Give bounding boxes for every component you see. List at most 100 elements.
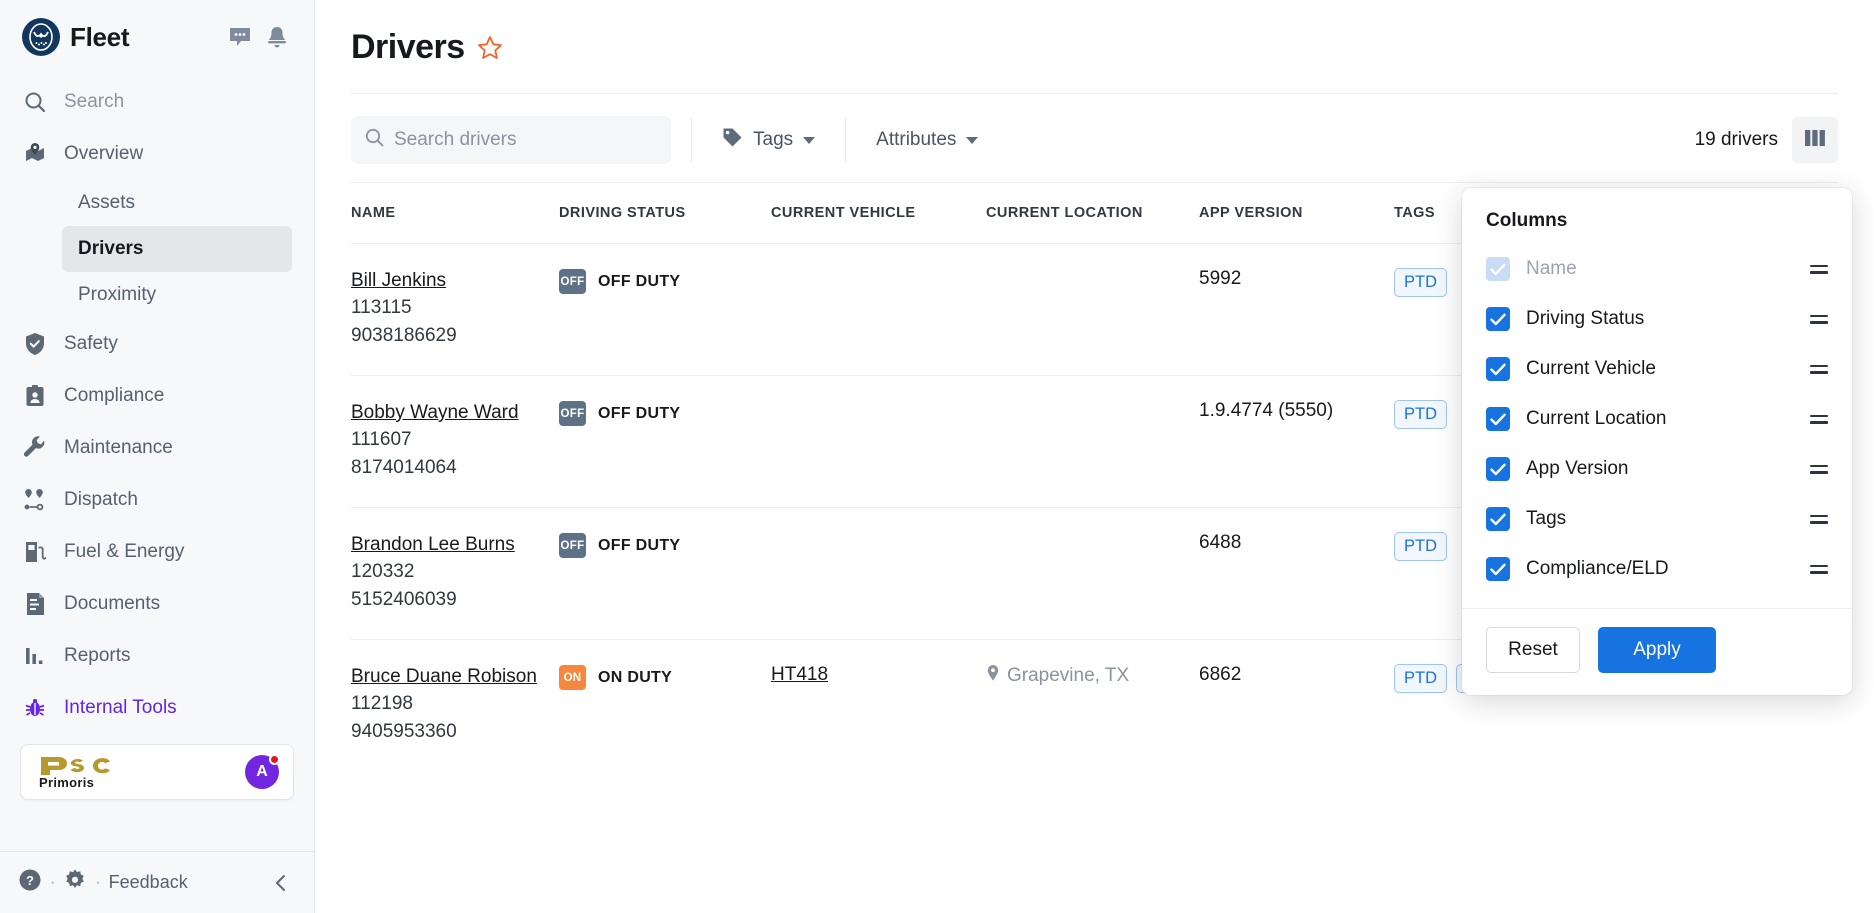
- sidebar-item-assets[interactable]: Assets: [62, 180, 292, 226]
- sidebar-item-internal-tools[interactable]: Internal Tools: [0, 682, 314, 734]
- column-toggle-label: Driving Status: [1526, 308, 1794, 330]
- sidebar-item-proximity[interactable]: Proximity: [62, 272, 292, 318]
- status-badge: OFF: [559, 269, 586, 294]
- drag-handle-icon[interactable]: [1810, 515, 1828, 524]
- document-icon: [22, 592, 48, 616]
- column-toggle-label: Name: [1526, 258, 1794, 280]
- current-location-cell: Grapevine, TX: [986, 664, 1199, 688]
- column-toggle-current-location[interactable]: Current Location: [1462, 394, 1852, 444]
- toolbar-right: 19 drivers: [1695, 117, 1838, 163]
- app-version-cell: 1.9.4774 (5550): [1199, 400, 1394, 422]
- star-outline-icon[interactable]: [477, 35, 503, 61]
- app-version-value: 1.9.4774 (5550): [1199, 400, 1333, 421]
- drag-handle-icon[interactable]: [1810, 365, 1828, 374]
- columns-button[interactable]: [1792, 117, 1838, 163]
- apply-button[interactable]: Apply: [1598, 627, 1716, 673]
- sidebar-item-safety[interactable]: Safety: [0, 318, 314, 370]
- drag-handle-icon[interactable]: [1810, 465, 1828, 474]
- sidebar-item-label-overview: Overview: [64, 143, 143, 165]
- fuel-pump-icon: [22, 540, 48, 564]
- tag-chip[interactable]: PTD: [1394, 532, 1447, 561]
- tag-chip[interactable]: PTD: [1394, 268, 1447, 297]
- columns-icon: [1804, 129, 1826, 152]
- collapse-sidebar-button[interactable]: [266, 868, 296, 898]
- location-pin-icon: [986, 664, 1000, 688]
- tag-chip[interactable]: PTD: [1394, 400, 1447, 429]
- column-header-driving-status[interactable]: DRIVING STATUS: [559, 205, 771, 221]
- driver-name-link[interactable]: Brandon Lee Burns: [351, 532, 515, 557]
- toolbar-divider-1: [691, 117, 692, 163]
- sidebar-item-fuel-energy[interactable]: Fuel & Energy: [0, 526, 314, 578]
- column-toggle-compliance-eld[interactable]: Compliance/ELD: [1462, 544, 1852, 594]
- sidebar-item-label-safety: Safety: [64, 333, 118, 355]
- avatar-wrapper[interactable]: A: [245, 755, 279, 789]
- column-toggle-label: Tags: [1526, 508, 1794, 530]
- checkbox-checked-icon[interactable]: [1486, 557, 1510, 581]
- columns-popover-actions: Reset Apply: [1462, 608, 1852, 695]
- column-toggle-app-version[interactable]: App Version: [1462, 444, 1852, 494]
- checkbox-checked-icon[interactable]: [1486, 357, 1510, 381]
- driver-name-cell: Bobby Wayne Ward 111607 8174014064: [351, 400, 559, 481]
- driver-phone: 5152406039: [351, 587, 559, 613]
- wrench-icon: [22, 436, 48, 460]
- sidebar-item-drivers[interactable]: Drivers: [62, 226, 292, 272]
- checkbox-checked-icon[interactable]: [1486, 407, 1510, 431]
- status-label: OFF DUTY: [598, 537, 680, 555]
- sidebar-search[interactable]: Search: [0, 76, 314, 128]
- search-drivers-box[interactable]: [351, 116, 671, 164]
- driver-name-link[interactable]: Bill Jenkins: [351, 268, 446, 293]
- columns-popover-title: Columns: [1462, 188, 1852, 244]
- driver-name-link[interactable]: Bobby Wayne Ward: [351, 400, 519, 425]
- column-toggle-tags[interactable]: Tags: [1462, 494, 1852, 544]
- app-version-cell: 6862: [1199, 664, 1394, 686]
- sidebar-item-label-documents: Documents: [64, 593, 160, 615]
- driver-id: 111607: [351, 427, 559, 453]
- feedback-link[interactable]: Feedback: [109, 872, 188, 893]
- tags-filter-dropdown[interactable]: Tags: [712, 120, 825, 160]
- checkbox-checked-icon[interactable]: [1486, 507, 1510, 531]
- column-header-current-location[interactable]: CURRENT LOCATION: [986, 205, 1199, 221]
- attributes-filter-dropdown[interactable]: Attributes: [866, 120, 988, 160]
- sidebar-footer: ? · · Feedback: [0, 851, 314, 913]
- drag-handle-icon[interactable]: [1810, 315, 1828, 324]
- sidebar-item-maintenance[interactable]: Maintenance: [0, 422, 314, 474]
- driver-name-link[interactable]: Bruce Duane Robison: [351, 664, 537, 689]
- shield-check-icon: [22, 332, 48, 356]
- chat-icon[interactable]: [228, 26, 252, 48]
- bell-icon[interactable]: [266, 26, 288, 49]
- column-header-current-vehicle[interactable]: CURRENT VEHICLE: [771, 205, 986, 221]
- reset-button[interactable]: Reset: [1486, 627, 1580, 673]
- sidebar-item-documents[interactable]: Documents: [0, 578, 314, 630]
- organization-card[interactable]: Primoris A: [20, 744, 294, 800]
- sidebar-item-compliance[interactable]: Compliance: [0, 370, 314, 422]
- drag-handle-icon[interactable]: [1810, 265, 1828, 274]
- column-header-name[interactable]: NAME: [351, 205, 559, 221]
- search-input[interactable]: [394, 129, 657, 151]
- svg-text:?: ?: [26, 873, 34, 888]
- checkbox-checked-icon[interactable]: [1486, 307, 1510, 331]
- drag-handle-icon[interactable]: [1810, 565, 1828, 574]
- sidebar-item-overview[interactable]: Overview: [0, 128, 314, 180]
- sidebar-item-dispatch[interactable]: Dispatch: [0, 474, 314, 526]
- column-toggle-driving-status[interactable]: Driving Status: [1462, 294, 1852, 344]
- driving-status-cell: OFF OFF DUTY: [559, 268, 771, 294]
- drag-handle-icon[interactable]: [1810, 415, 1828, 424]
- driving-status-cell: OFF OFF DUTY: [559, 532, 771, 558]
- help-icon[interactable]: ?: [18, 868, 42, 897]
- sidebar-item-label-drivers: Drivers: [78, 238, 144, 260]
- footer-separator-2: ·: [95, 874, 100, 892]
- status-badge: OFF: [559, 533, 586, 558]
- sidebar-item-reports[interactable]: Reports: [0, 630, 314, 682]
- column-header-app-version[interactable]: APP VERSION: [1199, 205, 1394, 221]
- bug-icon: [22, 697, 48, 719]
- tag-chip[interactable]: PTD: [1394, 664, 1447, 693]
- id-badge-icon: [22, 384, 48, 408]
- app-version-value: 6862: [1199, 664, 1241, 685]
- column-toggle-label: App Version: [1526, 458, 1794, 480]
- footer-separator-1: ·: [50, 874, 55, 892]
- gear-icon[interactable]: [63, 868, 87, 897]
- column-toggle-current-vehicle[interactable]: Current Vehicle: [1462, 344, 1852, 394]
- sidebar-item-label-proximity: Proximity: [78, 284, 156, 306]
- checkbox-checked-icon[interactable]: [1486, 457, 1510, 481]
- vehicle-link[interactable]: HT418: [771, 664, 828, 685]
